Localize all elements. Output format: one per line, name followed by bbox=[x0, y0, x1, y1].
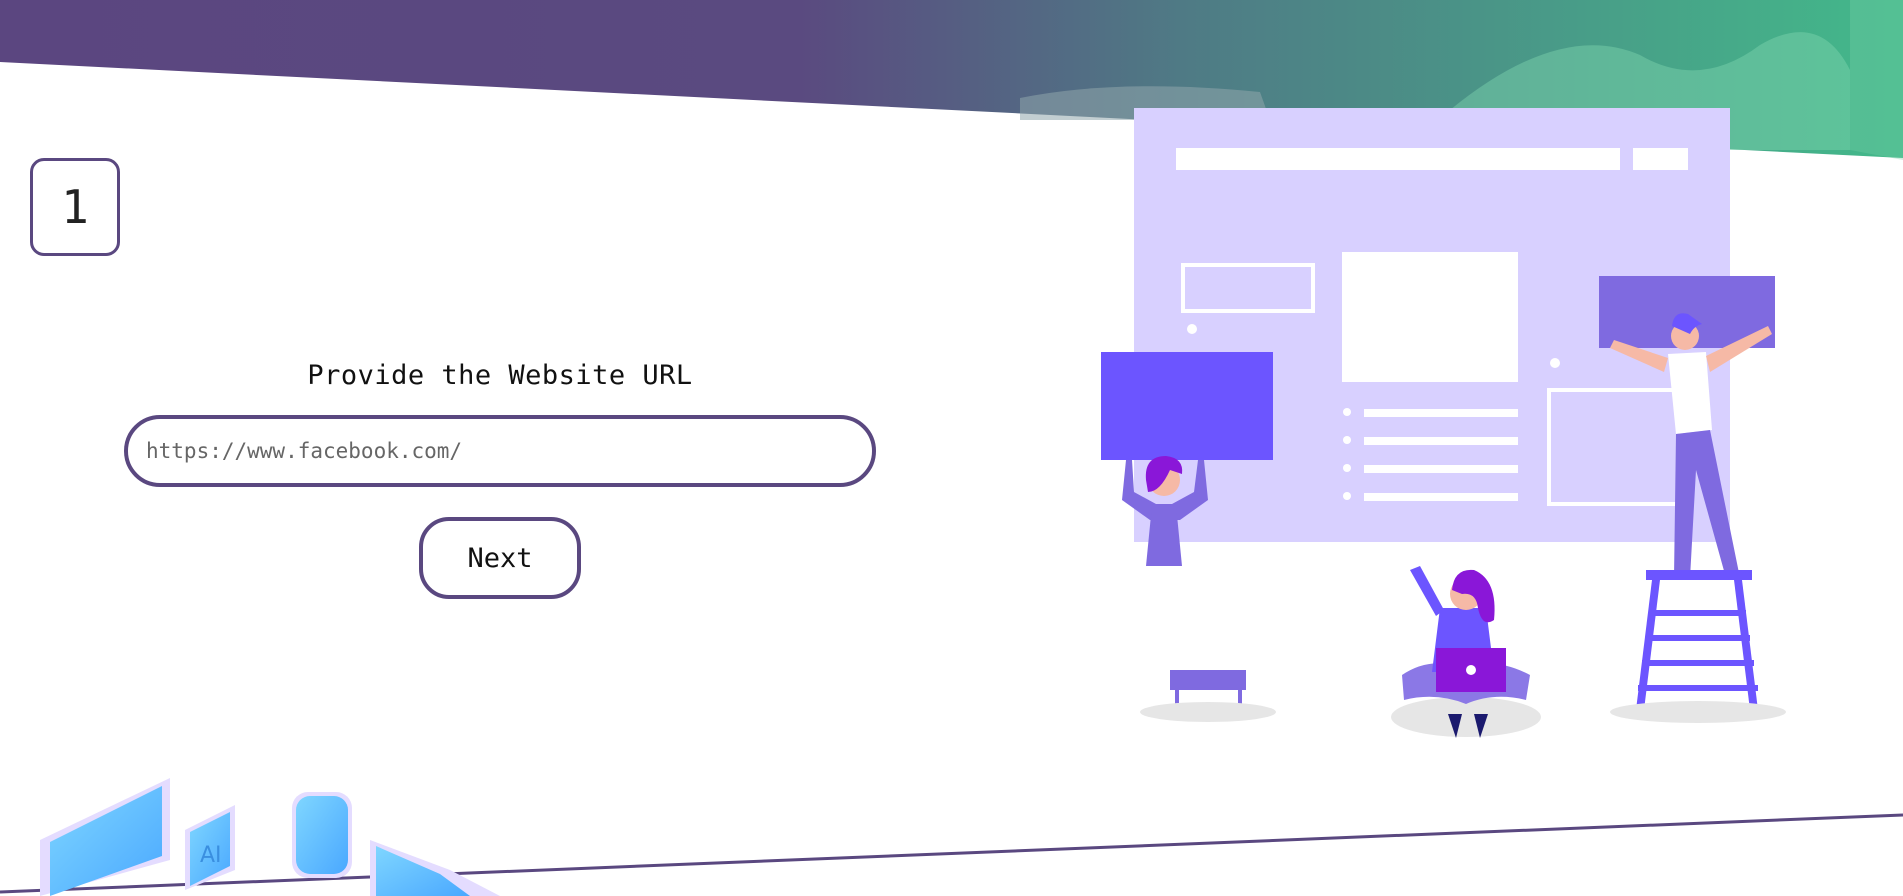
ai-cube-illustration-icon: AI bbox=[40, 778, 500, 896]
form-title: Provide the Website URL bbox=[307, 360, 693, 391]
next-button[interactable]: Next bbox=[419, 517, 581, 599]
svg-text:AI: AI bbox=[200, 843, 222, 868]
step-number: 1 bbox=[61, 180, 89, 234]
url-form: Provide the Website URL Next bbox=[124, 360, 876, 599]
website-builders-illustration-icon bbox=[1101, 108, 1786, 738]
website-url-input[interactable] bbox=[124, 415, 876, 487]
button-row: Next bbox=[124, 517, 876, 599]
step-number-badge: 1 bbox=[30, 158, 120, 256]
